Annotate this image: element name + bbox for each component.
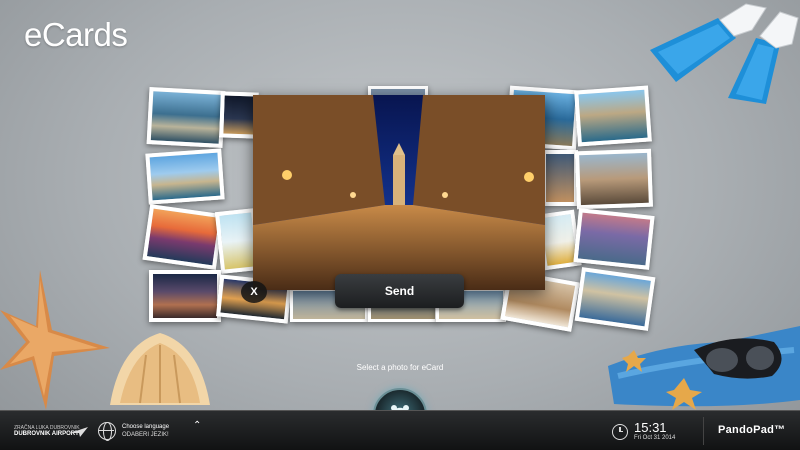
- flippers-decoration: [650, 3, 799, 104]
- photo-thumbnail[interactable]: [146, 87, 226, 148]
- photo-thumbnail[interactable]: [145, 148, 225, 205]
- send-button[interactable]: Send: [335, 274, 464, 308]
- globe-icon: [98, 422, 116, 441]
- photo-thumbnail[interactable]: [574, 85, 652, 147]
- clock-icon: [612, 423, 628, 440]
- clock-date: Fri Oct 31 2014: [634, 435, 676, 441]
- language-subtitle: ODABERI JEZIK!: [122, 432, 169, 438]
- photo-thumbnail[interactable]: [575, 148, 653, 210]
- bottom-bar: ZRAČNA LUKA DUBROVNIK DUBROVNIK AIRPORT …: [0, 410, 800, 450]
- clock: 15:31 Fri Oct 31 2014: [612, 421, 675, 442]
- photo-thumbnail[interactable]: [542, 150, 578, 206]
- selected-photo-image: [253, 95, 545, 290]
- language-title: Choose language: [122, 424, 170, 430]
- clock-time: 15:31: [634, 420, 667, 435]
- divider: [703, 417, 704, 445]
- photo-thumbnail[interactable]: [149, 270, 221, 322]
- app-title: eCards: [24, 16, 128, 53]
- photo-thumbnail[interactable]: [573, 208, 655, 270]
- photo-thumbnail[interactable]: [142, 204, 224, 270]
- selected-photo[interactable]: [253, 95, 545, 290]
- brand-logo: PandoPad™: [718, 424, 786, 436]
- shell-decoration: [110, 333, 210, 405]
- chevron-up-icon[interactable]: ⌃: [193, 420, 201, 431]
- airplane-icon: [70, 427, 88, 437]
- close-button[interactable]: X: [241, 281, 267, 303]
- language-selector[interactable]: Choose language ODABERI JEZIK!: [98, 422, 170, 441]
- towel-decoration: [608, 326, 800, 410]
